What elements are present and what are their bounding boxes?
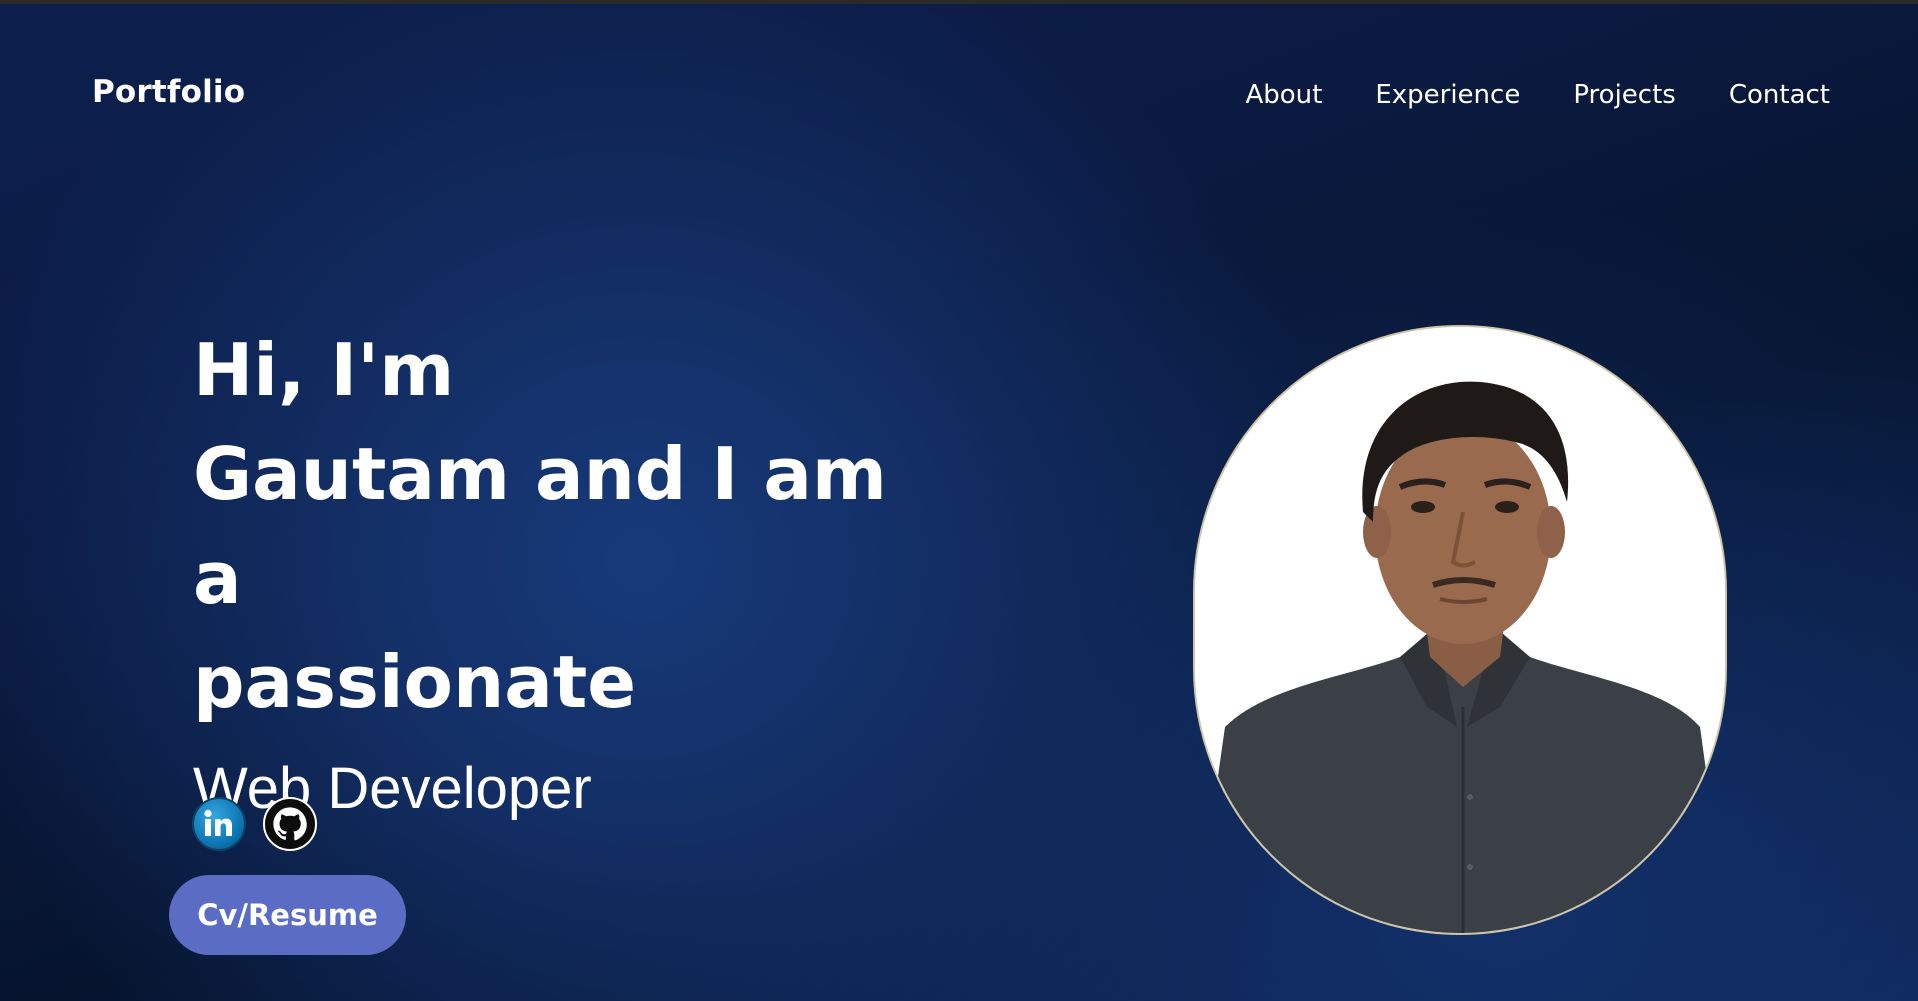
linkedin-icon xyxy=(204,809,232,836)
nav-link-about[interactable]: About xyxy=(1245,80,1322,110)
window-top-border xyxy=(0,0,1918,4)
hero-heading: Hi, I'm Gautam and I am a passionate xyxy=(193,318,953,734)
linkedin-link[interactable] xyxy=(192,797,246,851)
hero-intro: Hi, I'm Gautam and I am a passionate Web… xyxy=(193,318,953,824)
greeting-line-3: passionate xyxy=(193,640,637,724)
nav-link-projects[interactable]: Projects xyxy=(1573,80,1676,110)
brand-logo[interactable]: Portfolio xyxy=(92,74,245,110)
github-link[interactable] xyxy=(263,797,317,851)
greeting-line-1: Hi, I'm xyxy=(193,328,455,412)
cv-resume-button[interactable]: Cv/Resume xyxy=(169,875,406,955)
profile-photo xyxy=(1193,325,1727,935)
nav-link-experience[interactable]: Experience xyxy=(1375,80,1520,110)
nav-link-contact[interactable]: Contact xyxy=(1729,80,1830,110)
github-icon xyxy=(273,807,307,841)
main-nav: About Experience Projects Contact xyxy=(1192,80,1830,110)
social-links xyxy=(192,797,317,851)
greeting-line-2: Gautam and I am a xyxy=(193,432,887,620)
